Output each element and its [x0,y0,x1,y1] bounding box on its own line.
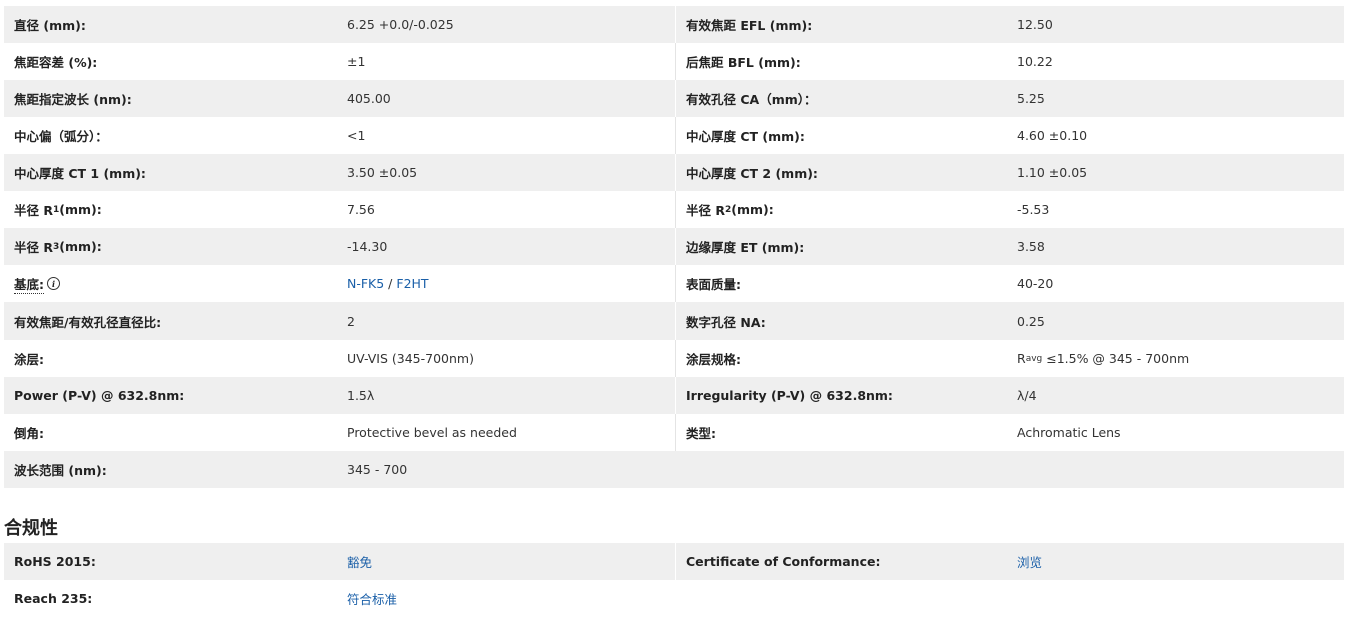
spec-value: 0.25 [1017,313,1045,329]
substrate-label: 基底: [14,274,44,294]
spec-value: ±1 [347,54,366,69]
spec-label: 后焦距 BFL (mm): [675,43,1007,80]
spec-row: 基底: i N-FK5 / F2HT 表面质量: 40-20 [4,265,1344,302]
spec-row: 半径 R1 (mm): 7.56 半径 R2 (mm): -5.53 [4,191,1344,228]
spec-row: Power (P-V) @ 632.8nm: 1.5λ Irregularity… [4,377,1344,414]
substrate-link-nfk5[interactable]: N-FK5 [347,276,384,291]
compliance-label [675,580,1007,617]
spec-value: -5.53 [1017,202,1050,217]
spec-row: 倒角: Protective bevel as needed 类型: Achro… [4,414,1344,451]
spec-value: Achromatic Lens [1017,425,1121,440]
spec-row: 中心偏（弧分）： <1 中心厚度 CT (mm): 4.60 ±0.10 [4,117,1344,154]
spec-label [675,451,1007,488]
spec-label: 直径 (mm): [14,18,86,33]
spec-label: 波长范围 (nm): [14,463,107,478]
spec-row: 半径 R3 (mm): -14.30 边缘厚度 ET (mm): 3.58 [4,228,1344,265]
spec-value: 3.58 [1017,239,1045,254]
spec-label: 边缘厚度 ET (mm): [675,228,1007,265]
spec-value: 12.50 [1017,17,1053,32]
spec-row: 焦距容差 (%): ±1 后焦距 BFL (mm): 10.22 [4,43,1344,80]
spec-value: UV-VIS (345-700nm) [347,351,474,366]
spec-value: λ/4 [1017,388,1037,403]
spec-value: Protective bevel as needed [347,425,517,440]
spec-label: 中心厚度 CT (mm): [675,117,1007,154]
spec-label: 中心厚度 CT 1 (mm): [14,166,146,181]
value-text: R [1017,351,1026,366]
spec-label: 焦距容差 (%): [14,55,98,70]
spec-row: 涂层: UV-VIS (345-700nm) 涂层规格: Ravg ≤1.5% … [4,340,1344,377]
label-text: 半径 R [686,203,725,218]
spec-value: 345 - 700 [347,462,408,477]
spec-value: 1.5λ [347,388,375,403]
compliance-label: RoHS 2015: [14,554,96,569]
spec-label: 类型: [675,414,1007,451]
compliance-value [1007,580,1344,617]
certificate-view-link[interactable]: 浏览 [1017,552,1042,571]
compliance-value: 豁免 [337,543,675,580]
spec-value: 40-20 [1017,276,1054,291]
value-text: ≤1.5% @ 345 - 700nm [1042,351,1190,366]
spec-value: 10.22 [1017,54,1053,69]
spec-value [1007,451,1344,488]
spec-label: 基底: i [4,265,337,302]
label-text: (mm): [59,202,102,217]
spec-label: 半径 R3 (mm): [4,228,337,265]
spec-label: 涂层: [14,352,44,367]
compliance-row: RoHS 2015: 豁免 Certificate of Conformance… [4,543,1344,580]
compliance-label: Certificate of Conformance: [675,543,1007,580]
spec-value: 405.00 [347,91,391,106]
spec-label: 半径 R1 (mm): [4,191,337,228]
label-text: 半径 R [14,240,53,255]
label-text: 半径 R [14,203,53,218]
spec-label: Power (P-V) @ 632.8nm: [14,388,185,403]
spec-row: 波长范围 (nm): 345 - 700 [4,451,1344,488]
spec-label: 表面质量: [675,265,1007,302]
spec-label: 倒角: [14,426,44,441]
compliance-table: RoHS 2015: 豁免 Certificate of Conformance… [4,543,1344,617]
rohs-exempt-link[interactable]: 豁免 [347,552,372,571]
spec-value: 4.60 ±0.10 [1017,128,1088,143]
spec-label: 焦距指定波长 (nm): [14,92,132,107]
spec-value: 1.10 ±0.05 [1017,165,1088,180]
compliance-value: 浏览 [1007,543,1344,580]
compliance-row: Reach 235: 符合标准 [4,580,1344,617]
spec-value: -14.30 [347,239,388,254]
specifications-table: 直径 (mm): 6.25 +0.0/-0.025 有效焦距 EFL (mm):… [4,6,1344,488]
compliance-label: Reach 235: [14,591,93,606]
separator: / [384,276,397,291]
spec-label: 半径 R2 (mm): [675,191,1007,228]
spec-label: 数字孔径 NA: [675,302,1007,340]
label-text: (mm): [731,202,774,217]
spec-row: 中心厚度 CT 1 (mm): 3.50 ±0.05 中心厚度 CT 2 (mm… [4,154,1344,191]
spec-label: 有效焦距 EFL (mm): [675,6,1007,43]
info-icon[interactable]: i [47,277,60,290]
spec-value: 2 [347,313,355,329]
spec-label: 涂层规格: [675,340,1007,377]
spec-value: N-FK5 / F2HT [337,265,675,302]
spec-value: 6.25 +0.0/-0.025 [347,17,454,32]
compliance-heading: 合规性 [4,518,58,539]
spec-value: 3.50 ±0.05 [347,165,418,180]
subscript: avg [1025,353,1043,364]
spec-row: 有效焦距/有效孔径直径比: 2 数字孔径 NA: 0.25 [4,302,1344,340]
spec-row: 直径 (mm): 6.25 +0.0/-0.025 有效焦距 EFL (mm):… [4,6,1344,43]
spec-label: 中心偏（弧分）： [14,129,108,144]
spec-value: 5.25 [1017,91,1045,106]
spec-value: Ravg ≤1.5% @ 345 - 700nm [1007,340,1344,377]
spec-value: 7.56 [347,202,375,217]
spec-label: 中心厚度 CT 2 (mm): [675,154,1007,191]
substrate-link-f2ht[interactable]: F2HT [396,276,428,291]
reach-compliant-link[interactable]: 符合标准 [347,589,397,608]
spec-row: 焦距指定波长 (nm): 405.00 有效孔径 CA（mm）： 5.25 [4,80,1344,117]
spec-value: <1 [347,128,366,143]
spec-label: 有效焦距/有效孔径直径比: [14,314,162,330]
spec-label: Irregularity (P-V) @ 632.8nm: [675,377,1007,414]
compliance-value: 符合标准 [337,580,675,617]
label-text: (mm): [59,239,102,254]
spec-label: 有效孔径 CA（mm）： [675,80,1007,117]
